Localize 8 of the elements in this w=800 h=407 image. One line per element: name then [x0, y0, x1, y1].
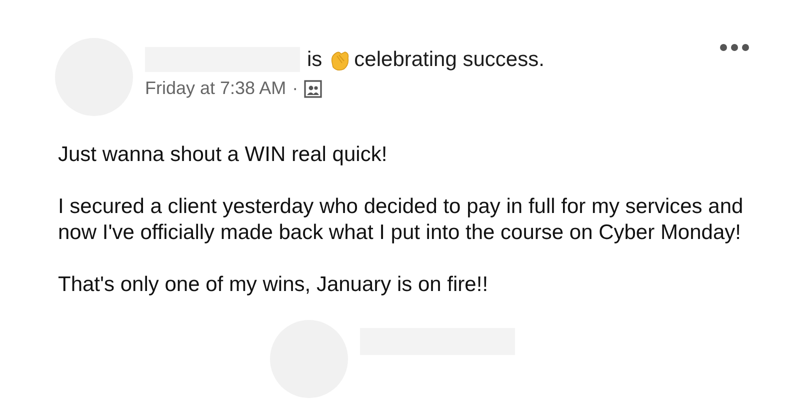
post-paragraph: I secured a client yesterday who decided to pay in full for my services and now I've officially made back what I put into the course on Cyber Monday!: [58, 194, 744, 246]
timestamp[interactable]: Friday at 7:38 AM: [145, 78, 286, 99]
post-paragraph: That's only one of my wins, January is on fire!!: [58, 272, 490, 298]
audience-icon[interactable]: [304, 80, 322, 98]
post-paragraph: Just wanna shout a WIN real quick!: [58, 142, 388, 168]
status-verb: is: [307, 48, 322, 72]
status-text: celebrating success.: [354, 48, 544, 72]
separator: ·: [292, 78, 298, 99]
